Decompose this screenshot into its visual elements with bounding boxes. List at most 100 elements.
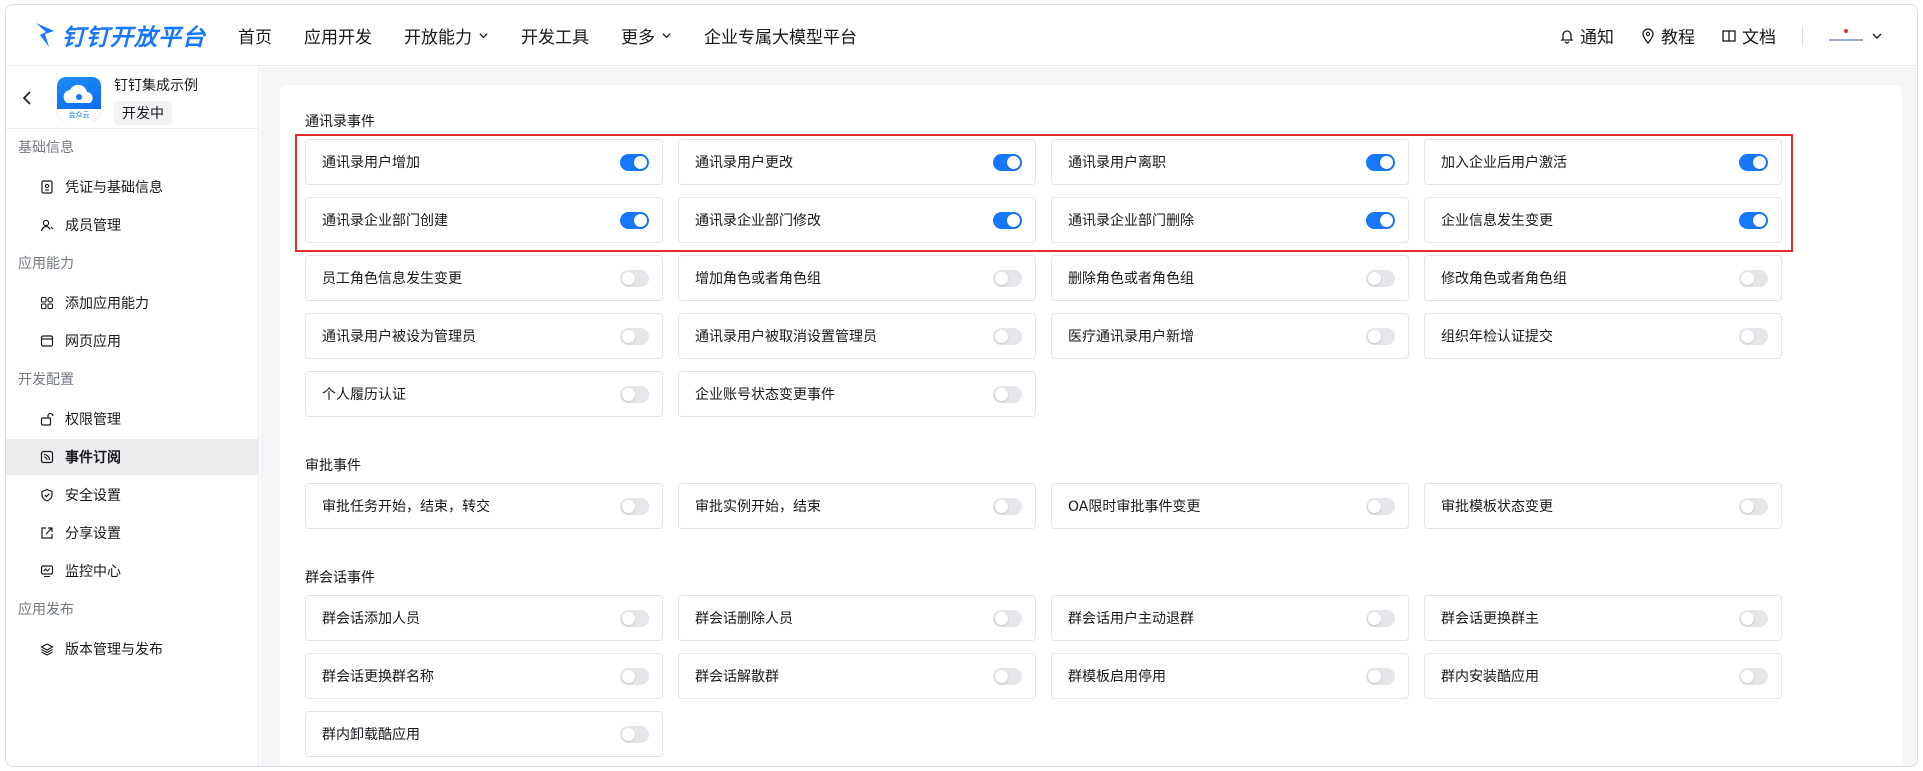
event-toggle-switch[interactable] — [1366, 269, 1395, 287]
chevron-down-icon — [1872, 33, 1882, 39]
event-label: 员工角色信息发生变更 — [322, 271, 462, 287]
notifications-link[interactable]: 通知 — [1559, 23, 1614, 48]
nav-open-ability[interactable]: 开放能力 — [404, 23, 489, 48]
event-toggle-switch[interactable] — [1366, 327, 1395, 345]
nav-app-dev[interactable]: 应用开发 — [304, 23, 372, 48]
event-toggle-switch[interactable] — [1739, 667, 1768, 685]
sidebar-item-label: 监控中心 — [65, 564, 121, 580]
sidebar-item-security[interactable]: 安全设置 — [6, 477, 258, 513]
sidebar-item-members[interactable]: 成员管理 — [6, 207, 258, 243]
event-toggle-switch[interactable] — [1739, 269, 1768, 287]
main-content: 通讯录事件 通讯录用户增加 通讯录用户更改 通讯录用户离职 加入企业后用户激活 通讯录企… — [260, 67, 1917, 766]
event-toggle-switch[interactable] — [993, 667, 1022, 685]
bell-icon — [1560, 29, 1574, 44]
event-toggle-switch[interactable] — [620, 153, 649, 171]
nav-home-label: 首页 — [238, 28, 272, 48]
app-icon: 会众云 — [57, 77, 101, 121]
event-label: 组织年检认证提交 — [1441, 329, 1553, 345]
brand-logo[interactable]: 钉钉开放平台 — [34, 15, 206, 55]
sidebar-item-monitoring[interactable]: 监控中心 — [6, 553, 258, 589]
group-title-chat: 群会话事件 — [305, 570, 375, 586]
event-label: 群内安装酷应用 — [1441, 669, 1539, 685]
event-item: OA限时审批事件变更 — [1051, 483, 1409, 529]
event-item: 群内卸载酷应用 — [305, 711, 663, 757]
event-toggle-switch[interactable] — [993, 269, 1022, 287]
event-label: 通讯录企业部门创建 — [322, 213, 448, 229]
event-toggle-switch[interactable] — [620, 211, 649, 229]
nav-enterprise-llm[interactable]: 企业专属大模型平台 — [704, 23, 857, 48]
sidebar-item-permissions[interactable]: 权限管理 — [6, 401, 258, 437]
event-item: 审批模板状态变更 — [1424, 483, 1782, 529]
chevron-down-icon — [479, 33, 488, 39]
event-toggle-switch[interactable] — [1366, 211, 1395, 229]
event-toggle-switch[interactable] — [993, 211, 1022, 229]
event-toggle-switch[interactable] — [1366, 153, 1395, 171]
cloud-logo-icon — [63, 84, 93, 103]
event-toggle-switch[interactable] — [1739, 609, 1768, 627]
event-toggle-switch[interactable] — [620, 497, 649, 515]
tutorial-label: 教程 — [1661, 28, 1695, 48]
section-app-publish: 应用发布 — [18, 602, 74, 618]
event-toggle-switch[interactable] — [993, 497, 1022, 515]
book-icon — [1722, 29, 1736, 42]
event-toggle-switch[interactable] — [1739, 153, 1768, 171]
event-item: 群模板启用停用 — [1051, 653, 1409, 699]
nav-more[interactable]: 更多 — [621, 23, 672, 48]
event-label: 通讯录企业部门删除 — [1068, 213, 1194, 229]
section-dev-config: 开发配置 — [18, 372, 74, 388]
sidebar-item-add-ability[interactable]: 添加应用能力 — [6, 285, 258, 321]
event-label: 群会话更换群名称 — [322, 669, 434, 685]
brand-title: 钉钉开放平台 — [62, 25, 206, 51]
docs-link[interactable]: 文档 — [1721, 23, 1776, 48]
event-toggle-switch[interactable] — [620, 609, 649, 627]
event-toggle-switch[interactable] — [1366, 497, 1395, 515]
event-toggle-switch[interactable] — [620, 385, 649, 403]
sidebar-item-share[interactable]: 分享设置 — [6, 515, 258, 551]
event-label: 审批任务开始，结束，转交 — [322, 499, 490, 515]
event-item: 医疗通讯录用户新增 — [1051, 313, 1409, 359]
contacts-event-grid: 通讯录用户增加 通讯录用户更改 通讯录用户离职 加入企业后用户激活 通讯录企业部门创建通… — [305, 139, 1801, 417]
lock-icon — [40, 412, 54, 426]
event-item: 群会话更换群名称 — [305, 653, 663, 699]
event-toggle-switch[interactable] — [993, 327, 1022, 345]
sidebar-item-web-app[interactable]: 网页应用 — [6, 323, 258, 359]
tutorial-link[interactable]: 教程 — [1640, 23, 1695, 48]
sidebar-item-credentials[interactable]: 凭证与基础信息 — [6, 169, 258, 205]
event-label: 通讯录用户被取消设置管理员 — [695, 329, 877, 345]
event-toggle-switch[interactable] — [993, 153, 1022, 171]
sidebar-item-event-subscription[interactable]: 事件订阅 — [6, 439, 258, 475]
event-toggle-switch[interactable] — [993, 385, 1022, 403]
event-toggle-switch[interactable] — [1739, 497, 1768, 515]
event-toggle-switch[interactable] — [620, 667, 649, 685]
event-toggle-switch[interactable] — [1739, 211, 1768, 229]
event-toggle-switch[interactable] — [620, 327, 649, 345]
monitor-icon — [40, 565, 54, 578]
sidebar-item-label: 版本管理与发布 — [65, 642, 163, 658]
event-label: 加入企业后用户激活 — [1441, 155, 1567, 171]
event-item: 群会话解散群 — [678, 653, 1036, 699]
event-item: 群内安装酷应用 — [1424, 653, 1782, 699]
nav-app-dev-label: 应用开发 — [304, 28, 372, 48]
event-toggle-switch[interactable] — [620, 269, 649, 287]
event-toggle-switch[interactable] — [1366, 609, 1395, 627]
group-title-contacts: 通讯录事件 — [305, 114, 375, 130]
nav-dev-tools[interactable]: 开发工具 — [521, 23, 589, 48]
event-toggle-switch[interactable] — [620, 725, 649, 743]
layers-icon — [40, 643, 54, 656]
nav-home[interactable]: 首页 — [238, 23, 272, 48]
event-toggle-switch[interactable] — [1366, 667, 1395, 685]
user-menu[interactable] — [1829, 28, 1883, 42]
event-toggle-switch[interactable] — [1739, 327, 1768, 345]
event-item: 通讯录用户离职 — [1051, 139, 1409, 185]
chevron-down-icon — [662, 33, 671, 39]
back-arrow-icon[interactable] — [20, 89, 34, 107]
event-item: 修改角色或者角色组 — [1424, 255, 1782, 301]
event-toggle-switch[interactable] — [993, 609, 1022, 627]
nav-enterprise-llm-label: 企业专属大模型平台 — [704, 28, 857, 48]
event-item: 增加角色或者角色组 — [678, 255, 1036, 301]
event-label: 通讯录用户更改 — [695, 155, 793, 171]
sidebar-item-version[interactable]: 版本管理与发布 — [6, 631, 258, 667]
event-label: 企业账号状态变更事件 — [695, 387, 835, 403]
event-label: 群会话添加人员 — [322, 611, 420, 627]
app-header: 会众云 钉钉集成示例 开发中 — [6, 67, 258, 129]
